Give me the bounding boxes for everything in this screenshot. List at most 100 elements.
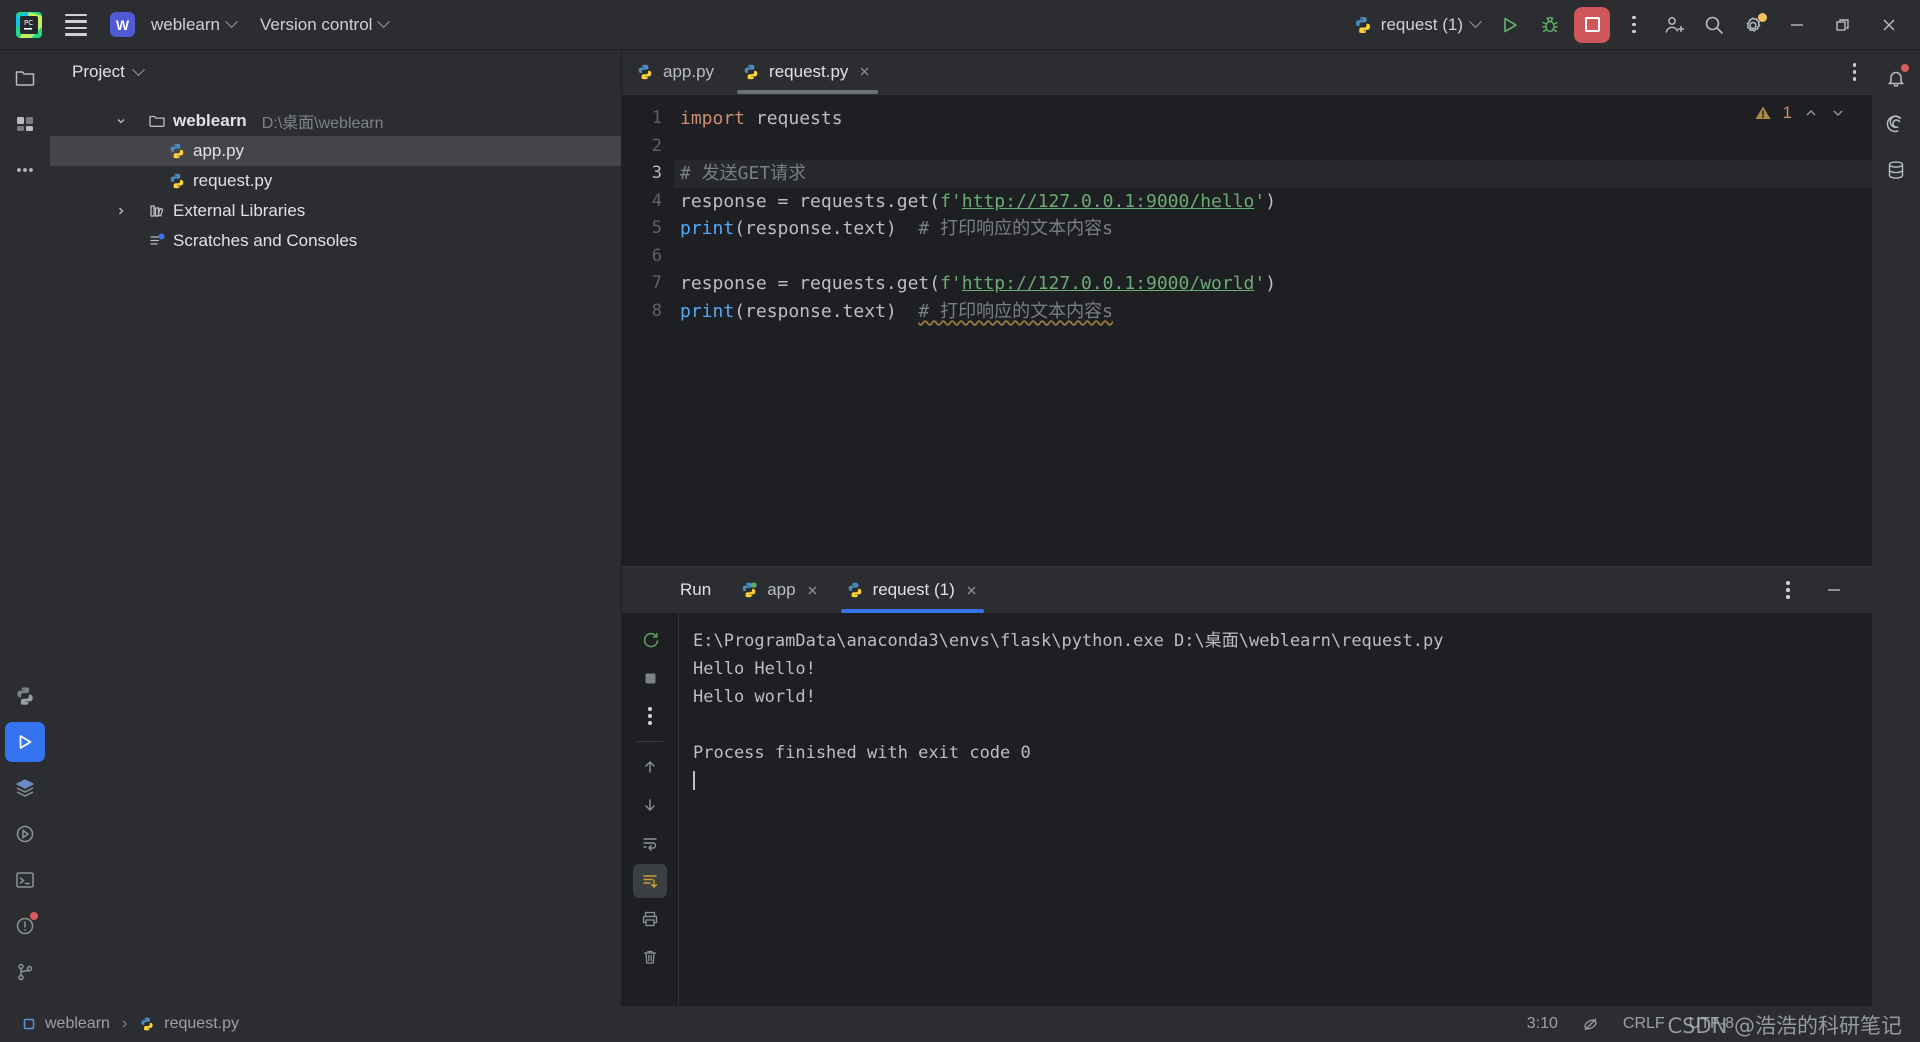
editor-tab-app-py[interactable]: app.py: [622, 50, 728, 94]
code-editor[interactable]: 1 2 3 4 5 6 7 8 import requests # 发送GET请…: [622, 94, 1879, 566]
run-tab-request-1[interactable]: request (1): [833, 567, 992, 613]
editor-options-icon[interactable]: [1837, 50, 1873, 94]
close-icon[interactable]: [857, 64, 873, 80]
print-button[interactable]: [633, 902, 667, 936]
line-separator[interactable]: CRLF: [1611, 1012, 1677, 1036]
token-function: print: [680, 300, 735, 322]
tree-node-app-py[interactable]: app.py: [50, 136, 621, 166]
breadcrumb-file[interactable]: request.py: [131, 1013, 247, 1035]
tree-node-label: Scratches and Consoles: [173, 231, 358, 250]
tree-node-scratches-and-consoles[interactable]: Scratches and Consoles: [50, 226, 621, 256]
gear-icon[interactable]: [1734, 5, 1774, 45]
sidebar-item-more[interactable]: [5, 150, 45, 190]
close-icon[interactable]: [1866, 5, 1912, 45]
tree-node-request-py[interactable]: request.py: [50, 166, 621, 196]
file-encoding[interactable]: UTF-8: [1677, 1012, 1746, 1036]
tree-node-external-libraries[interactable]: External Libraries: [50, 196, 621, 226]
chevron-down-icon[interactable]: [116, 116, 126, 126]
clear-all-button[interactable]: [633, 940, 667, 974]
line-number: 7: [651, 273, 662, 293]
pycharm-logo-icon: PC: [14, 10, 44, 40]
minimize-icon[interactable]: [1774, 5, 1820, 45]
code-line-3: # 发送GET请求: [674, 160, 1872, 188]
hamburger-menu-icon[interactable]: [56, 5, 96, 45]
pycharm-window: PC W weblearn Version control request (1…: [0, 0, 1920, 1042]
tree-node-label: External Libraries: [173, 201, 306, 220]
close-icon[interactable]: [964, 583, 979, 598]
sidebar-item-commit[interactable]: [5, 104, 45, 144]
debug-bug-icon[interactable]: [1530, 5, 1570, 45]
project-panel-header: Project: [50, 50, 621, 94]
scroll-down-button[interactable]: [633, 788, 667, 822]
editor-area: app.py request.py 1 2 3 4 5 6 7 8 import…: [622, 50, 1879, 566]
run-button[interactable]: [1490, 5, 1530, 45]
notifications-bell-icon[interactable]: [1876, 58, 1916, 98]
warning-triangle-icon: [1754, 104, 1772, 122]
stop-button[interactable]: [633, 661, 667, 695]
token-url-link[interactable]: http://127.0.0.1:9000/world: [962, 273, 1255, 294]
line-number: 2: [651, 135, 662, 156]
chevron-down-icon[interactable]: [132, 62, 145, 76]
chevron-up-icon[interactable]: [1803, 105, 1819, 121]
scroll-to-end-button[interactable]: [633, 864, 667, 898]
tree-node-weblearn[interactable]: weblearn D:\桌面\weblearn: [50, 106, 621, 136]
run-panel-minimize-icon[interactable]: [1814, 570, 1854, 610]
run-tab-app[interactable]: app: [727, 567, 832, 613]
run-tab-label: app: [767, 580, 796, 599]
chevron-down-icon[interactable]: [1830, 105, 1846, 121]
token-url-link[interactable]: http://127.0.0.1:9000/hello: [962, 191, 1255, 212]
chevron-right-icon[interactable]: [116, 206, 126, 216]
stop-button[interactable]: [1574, 6, 1610, 43]
console-caret: [693, 771, 695, 790]
problems-badge: [30, 912, 38, 920]
database-icon[interactable]: [1876, 150, 1916, 190]
sidebar-item-python-packages[interactable]: [5, 676, 45, 716]
close-icon[interactable]: [805, 583, 820, 598]
token-comment: # 打印响应的文本内容s: [918, 218, 1113, 239]
run-configuration-selector[interactable]: request (1): [1343, 10, 1490, 40]
token-string-prefix: f': [940, 273, 962, 294]
token-plain: (response.text): [734, 218, 919, 239]
add-user-icon[interactable]: [1654, 5, 1694, 45]
run-tabbar-spacer: [992, 567, 1768, 613]
maximize-restore-icon[interactable]: [1820, 5, 1866, 45]
rerun-button[interactable]: [633, 623, 667, 657]
sidebar-item-branch[interactable]: [5, 952, 45, 992]
python-file-icon: [846, 581, 864, 599]
toolbar-divider: [637, 741, 663, 742]
project-selector[interactable]: W weblearn: [100, 6, 246, 43]
code-content[interactable]: import requests # 发送GET请求 response = req…: [674, 95, 1872, 566]
soft-wrap-button[interactable]: [633, 826, 667, 860]
sidebar-item-python-console[interactable]: [5, 814, 45, 854]
token-function: print: [680, 218, 735, 239]
sidebar-item-problems[interactable]: [5, 906, 45, 946]
breadcrumb-project[interactable]: weblearn: [14, 1013, 118, 1035]
more-vertical-icon[interactable]: [1614, 5, 1654, 45]
tree-node-label: weblearn: [173, 111, 247, 130]
python-file-icon: [636, 63, 654, 81]
breadcrumb-separator: ›: [121, 1015, 128, 1032]
sidebar-item-project[interactable]: [5, 58, 45, 98]
token-plain: response = requests.get(: [680, 273, 941, 294]
version-control-menu[interactable]: Version control: [250, 9, 398, 41]
run-console-output[interactable]: E:\ProgramData\anaconda3\envs\flask\pyth…: [678, 613, 1872, 1006]
inspection-widget[interactable]: 1: [1754, 103, 1846, 123]
scroll-up-button[interactable]: [633, 750, 667, 784]
code-line-1: import requests: [680, 105, 1872, 133]
run-panel-options-icon[interactable]: [1768, 570, 1808, 610]
editor-tab-request-py[interactable]: request.py: [728, 50, 887, 94]
tabbar-spacer: [887, 50, 1836, 94]
sidebar-item-layers[interactable]: [5, 768, 45, 808]
caret-position[interactable]: 3:10: [1515, 1012, 1570, 1036]
more-options-button[interactable]: [633, 699, 667, 733]
project-panel-title[interactable]: Project: [72, 62, 125, 82]
sidebar-item-terminal[interactable]: [5, 860, 45, 900]
sidebar-item-run[interactable]: [5, 722, 45, 762]
editor-and-run-column: app.py request.py 1 2 3 4 5 6 7 8 import…: [622, 50, 1879, 1006]
token-comment-warning: # 打印响应的文本内容s: [918, 300, 1113, 322]
search-icon[interactable]: [1694, 5, 1734, 45]
no-indent-icon[interactable]: [1570, 1013, 1611, 1036]
python-running-icon: [740, 581, 758, 599]
run-console-toolbar: [622, 613, 678, 1006]
ai-assistant-icon[interactable]: [1876, 104, 1916, 144]
